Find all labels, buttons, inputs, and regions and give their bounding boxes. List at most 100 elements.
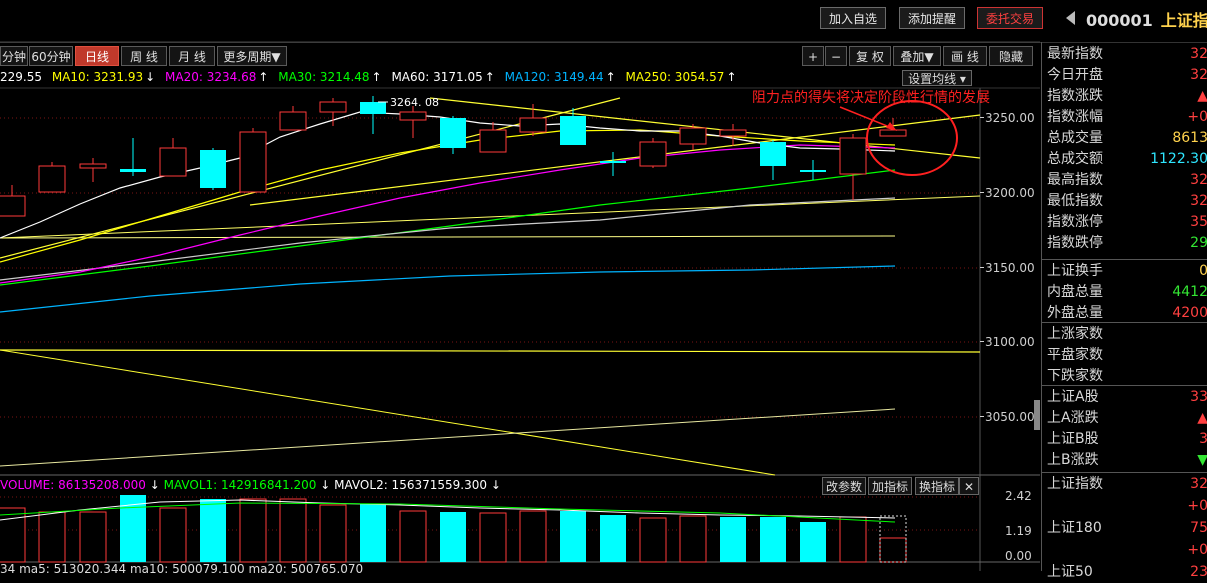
stock-name: 上证指 <box>1160 11 1207 30</box>
resistance-annotation: 阻力点的得失将决定阶段性行情的发展 <box>752 89 990 106</box>
volume-bar <box>600 515 626 562</box>
quote-row: 上证50 23 <box>1042 562 1207 583</box>
volume-bar <box>800 522 826 562</box>
volume-bar <box>479 512 507 563</box>
price-tick: 3150.00 <box>985 261 1035 275</box>
volume-bar <box>239 498 267 563</box>
volume-bar <box>79 511 107 563</box>
quote-row: 上证B股 3 <box>1042 429 1207 450</box>
add-indicator-button[interactable]: 加指标 <box>868 477 913 495</box>
axis-tick-marks <box>980 117 984 417</box>
volume-bar <box>319 504 347 563</box>
quote-label: 上证换手 <box>1047 263 1103 279</box>
candle-body <box>239 131 267 193</box>
quote-value: 8613 <box>1172 130 1207 146</box>
quote-label: 上证A股 <box>1047 389 1099 405</box>
quote-row: 上证换手 0 <box>1042 261 1207 282</box>
quote-value: 0 <box>1199 263 1207 279</box>
price-gridlines <box>0 117 980 531</box>
candle-body <box>760 142 786 166</box>
price-tick: 3250.00 <box>985 111 1035 125</box>
volume-tick: 2.42 <box>1005 489 1032 503</box>
panel-separator <box>1042 385 1207 386</box>
quote-row: 指数涨幅 +0 <box>1042 107 1207 128</box>
volume-bar <box>399 510 427 563</box>
volume-bar <box>519 510 547 563</box>
quote-label: 总成交量 <box>1047 130 1103 146</box>
quote-row: 指数涨跌 ▲ <box>1042 86 1207 107</box>
quote-value: ▼ <box>1197 452 1207 468</box>
switch-indicator-button[interactable]: 换指标 <box>915 477 960 495</box>
quote-row: 上涨家数 <box>1042 324 1207 345</box>
candlesticks <box>0 96 907 217</box>
quote-value: 29 <box>1190 235 1207 251</box>
quote-row: 最新指数 32 <box>1042 44 1207 65</box>
candle-body <box>440 118 466 148</box>
trend-lines <box>0 97 981 476</box>
volume-tick: 1.19 <box>1005 524 1032 538</box>
volume-bar <box>0 507 26 563</box>
mavol2-value: MAVOL2: 156371559.300 <box>334 478 487 492</box>
quote-value: ▲ <box>1197 410 1207 426</box>
volume-bar <box>279 498 307 563</box>
quote-row: 上证指数 32 <box>1042 474 1207 495</box>
volume-bar <box>200 499 226 562</box>
quote-row: 指数涨停 35 <box>1042 212 1207 233</box>
chart-scroll-handle[interactable] <box>1034 400 1040 430</box>
candle-body <box>399 111 427 121</box>
candle-body <box>360 102 386 114</box>
quote-label: 上B涨跌 <box>1047 452 1099 468</box>
quote-value: ▲ <box>1197 88 1207 104</box>
quote-row: 指数跌停 29 <box>1042 233 1207 254</box>
quote-label: 指数涨跌 <box>1047 88 1103 104</box>
volume-bar <box>360 504 386 562</box>
candle-body <box>479 129 507 153</box>
quote-panel: 最新指数 32 今日开盘 32 指数涨跌 ▲ 指数涨幅 +0 总成交量 8613 总成交额 1122.… <box>1041 42 1207 580</box>
quote-row: 总成交额 1122.30 <box>1042 149 1207 170</box>
candle-body <box>839 137 867 175</box>
volume-bar <box>440 512 466 562</box>
quote-label: 上证50 <box>1047 564 1093 580</box>
quote-row: 下跌家数 <box>1042 366 1207 387</box>
quote-value: 35 <box>1190 214 1207 230</box>
volume-bar <box>679 515 707 563</box>
quote-row: 总成交量 8613 <box>1042 128 1207 149</box>
candle-body <box>200 150 226 188</box>
candle-body <box>600 161 626 163</box>
quote-label: 最新指数 <box>1047 46 1103 62</box>
quote-row: 最高指数 32 <box>1042 170 1207 191</box>
candle-body <box>719 129 747 137</box>
quote-row: 最低指数 32 <box>1042 191 1207 212</box>
quote-row: 上证A股 33 <box>1042 387 1207 408</box>
quote-row: 平盘家数 <box>1042 345 1207 366</box>
volume-tick: 0.00 <box>1005 549 1032 563</box>
quote-label: 上证指数 <box>1047 476 1103 492</box>
candle-body <box>38 165 66 193</box>
quote-value: 23 <box>1190 564 1207 580</box>
volume-bar <box>720 517 746 562</box>
quote-value: 1122.30 <box>1150 151 1207 167</box>
quote-value: 4200 <box>1172 305 1207 321</box>
panel-separator <box>1042 259 1207 260</box>
candle-body <box>519 117 547 133</box>
back-arrow-icon[interactable] <box>1066 11 1075 25</box>
volume-bar <box>760 517 786 562</box>
quote-value: +0 <box>1187 109 1207 125</box>
close-indicator-button[interactable]: ✕ <box>959 477 979 495</box>
candle-body <box>0 195 26 217</box>
quote-row: +0 <box>1042 540 1207 561</box>
volume-value: VOLUME: 86135208.000 <box>0 478 146 492</box>
panel-separator <box>1042 472 1207 473</box>
volume-bar <box>38 511 66 563</box>
quote-value: +0 <box>1187 542 1207 558</box>
quote-value: 33 <box>1190 389 1207 405</box>
volume-bar <box>560 511 586 562</box>
price-tick: 3050.00 <box>985 410 1035 424</box>
change-params-button[interactable]: 改参数 <box>822 477 867 495</box>
quote-label: 上证180 <box>1047 520 1102 536</box>
price-tick: 3100.00 <box>985 335 1035 349</box>
quote-value: 32 <box>1190 476 1207 492</box>
quote-row: 上证180 75 <box>1042 518 1207 539</box>
quote-row: 外盘总量 4200 <box>1042 303 1207 324</box>
quote-value: 32 <box>1190 46 1207 62</box>
